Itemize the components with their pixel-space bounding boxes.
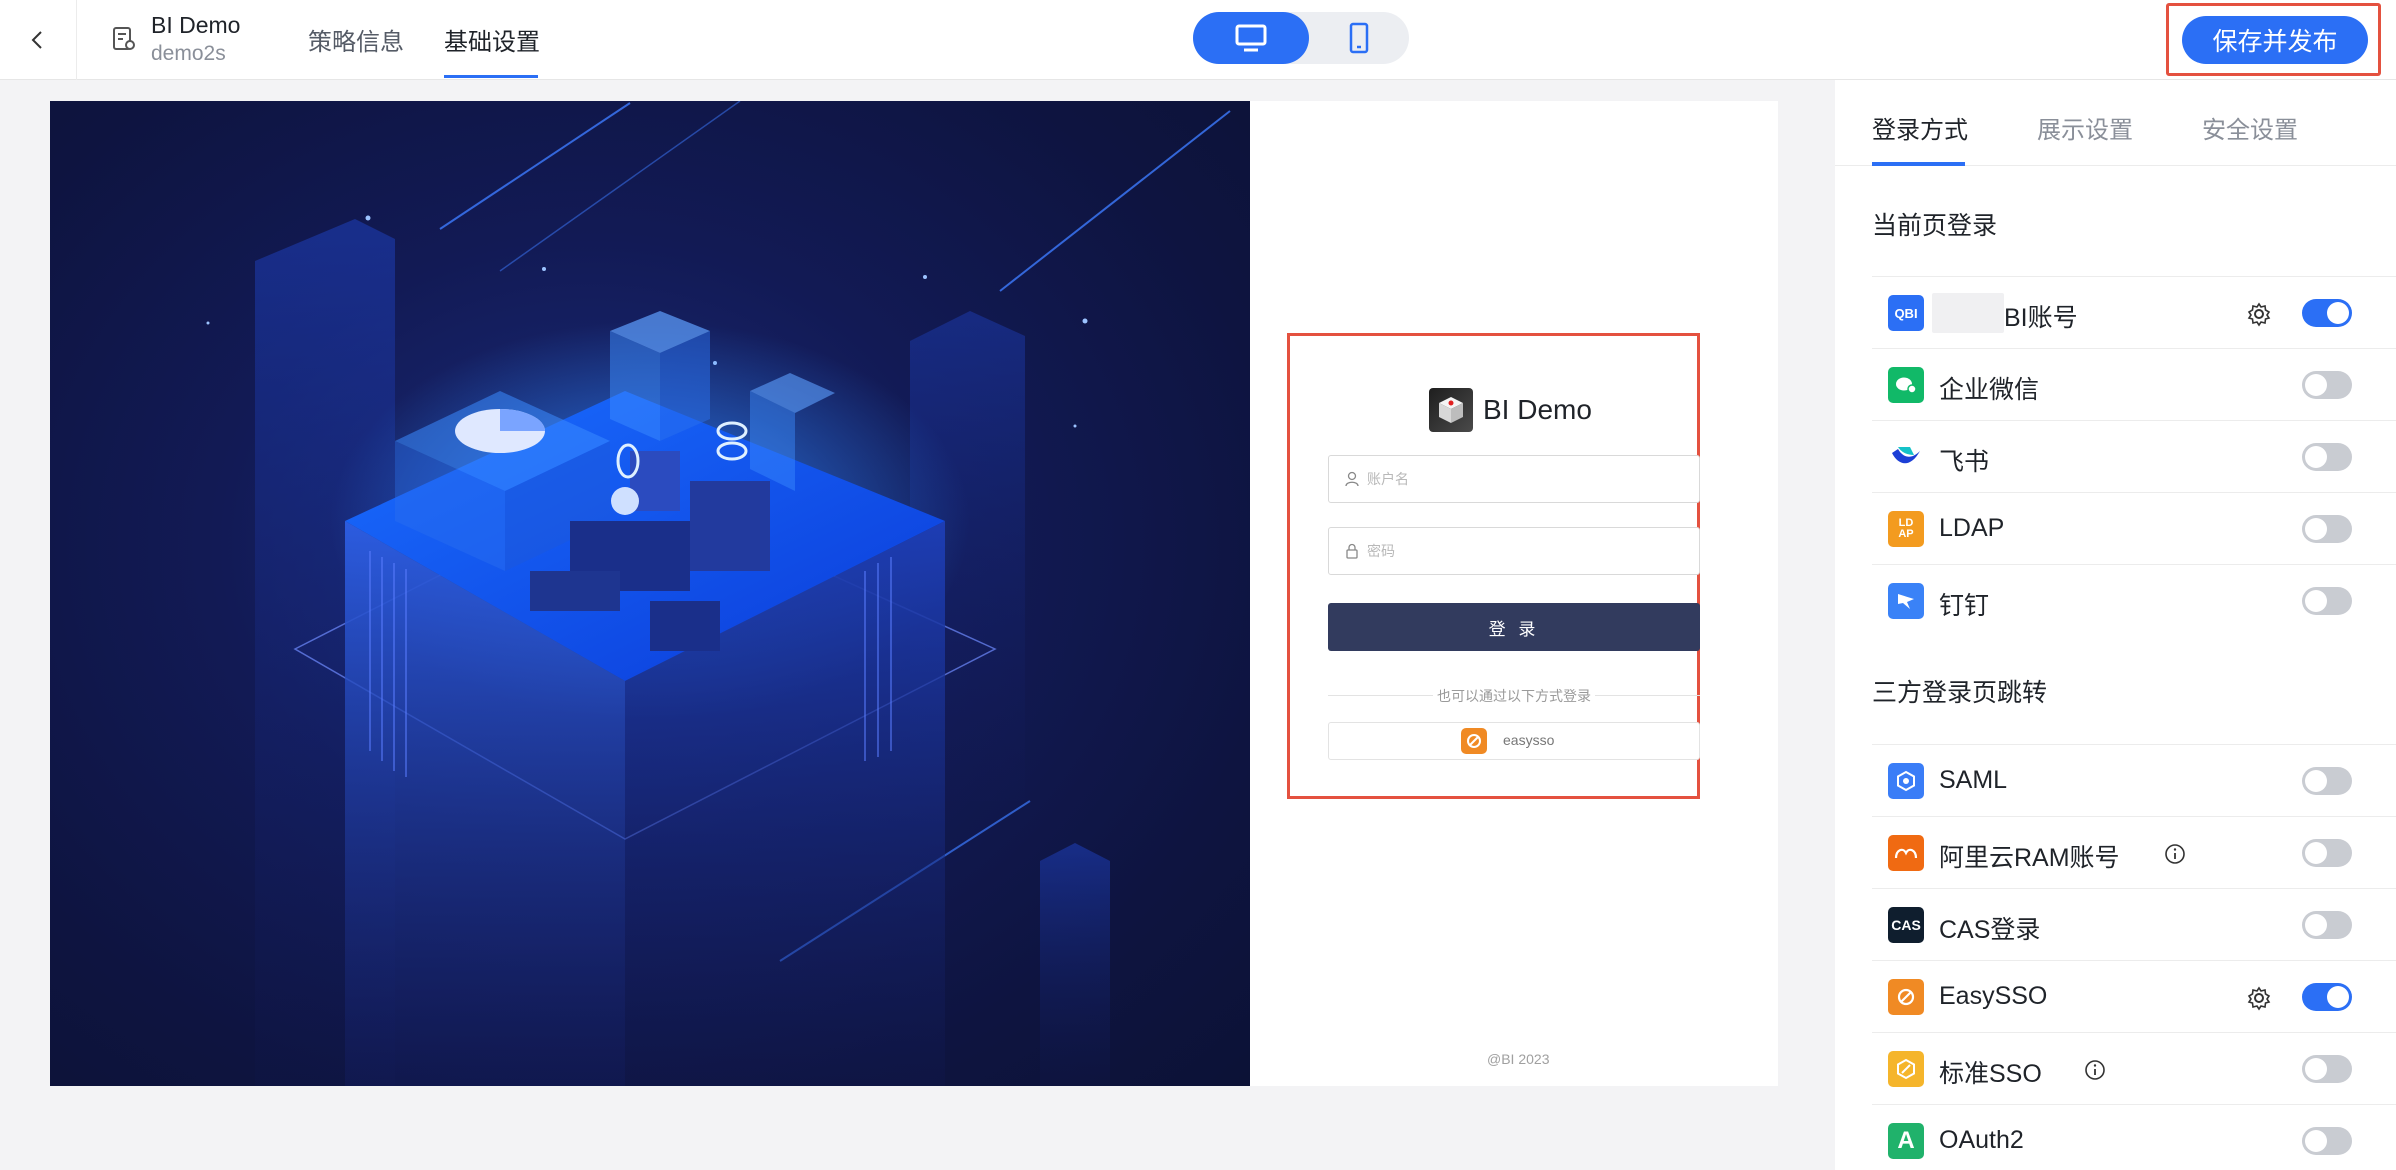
login-method-label: 钉钉	[1939, 592, 1990, 620]
brand-logo	[1429, 388, 1473, 432]
oauth2-icon: A	[1888, 1123, 1924, 1159]
aliyun-ram-icon	[1888, 835, 1924, 871]
active-tab-indicator	[444, 75, 538, 78]
login-method-row: LD AP LDAP	[1872, 492, 2396, 564]
info-icon[interactable]	[2164, 843, 2186, 865]
easysso-label: easysso	[1503, 732, 1555, 748]
panel-tabs: 登录方式 展示设置 安全设置	[1835, 80, 2396, 166]
hero-illustration	[50, 101, 1250, 1086]
login-method-row: SAML	[1872, 744, 2396, 816]
login-method-row: 企业微信	[1872, 348, 2396, 420]
feishu-toggle[interactable]	[2302, 443, 2352, 471]
easysso-icon	[1888, 979, 1924, 1015]
login-brand: BI Demo	[1429, 388, 1629, 432]
top-bar: BI Demo demo2s 策略信息 基础设置 保存并发布	[0, 0, 2396, 80]
alt-login-text: 也可以通过以下方式登录	[1437, 688, 1591, 704]
password-field[interactable]	[1328, 527, 1700, 575]
settings-panel: 登录方式 展示设置 安全设置 当前页登录 QBI BI账号 企业微信 飞书 LD…	[1835, 80, 2396, 1170]
tab-security-settings[interactable]: 安全设置	[2202, 110, 2298, 145]
bi-account-toggle[interactable]	[2302, 299, 2352, 327]
username-input[interactable]	[1367, 456, 1687, 502]
login-card-highlight: BI Demo 登 录 也可以通过以下方式登录	[1287, 333, 1700, 799]
oauth2-toggle[interactable]	[2302, 1127, 2352, 1155]
tab-basic-settings[interactable]: 基础设置	[444, 22, 540, 57]
login-method-row: EasySSO	[1872, 960, 2396, 1032]
user-icon	[1345, 471, 1359, 487]
save-and-publish-button[interactable]: 保存并发布	[2182, 16, 2368, 64]
desktop-icon	[1235, 24, 1267, 52]
brand-name: BI Demo	[1483, 394, 1592, 425]
wecom-icon	[1888, 367, 1924, 403]
login-method-label: 阿里云RAM账号	[1939, 844, 2120, 872]
login-page-preview: BI Demo 登 录 也可以通过以下方式登录	[50, 101, 1778, 1086]
easysso-icon	[1461, 728, 1487, 754]
standard-sso-toggle[interactable]	[2302, 1055, 2352, 1083]
login-method-label: OAuth2	[1939, 1126, 2024, 1154]
publish-highlight: 保存并发布	[2166, 3, 2381, 76]
document-settings-icon	[113, 27, 135, 50]
section-third-party-login: 三方登录页跳转	[1872, 679, 2048, 707]
gear-icon[interactable]	[2246, 985, 2272, 1011]
ldap-icon: LD AP	[1888, 511, 1924, 547]
device-switch	[1193, 12, 1409, 64]
cas-toggle[interactable]	[2302, 911, 2352, 939]
login-button[interactable]: 登 录	[1328, 603, 1700, 651]
divider-line	[1595, 695, 1700, 696]
ldap-toggle[interactable]	[2302, 515, 2352, 543]
active-panel-tab-indicator	[1872, 162, 1965, 166]
easysso-login-button[interactable]: easysso	[1328, 722, 1700, 760]
bi-account-icon: QBI	[1888, 295, 1924, 331]
aliyun-ram-toggle[interactable]	[2302, 839, 2352, 867]
login-method-label: BI账号	[2004, 304, 2078, 332]
redacted-area	[1932, 293, 2004, 333]
login-method-label: EasySSO	[1939, 982, 2048, 1010]
dingtalk-icon	[1888, 583, 1924, 619]
login-method-row: 阿里云RAM账号	[1872, 816, 2396, 888]
mobile-icon	[1349, 22, 1369, 54]
saml-toggle[interactable]	[2302, 767, 2352, 795]
tab-display-settings[interactable]: 展示设置	[2037, 110, 2133, 145]
login-method-label: 飞书	[1939, 448, 1990, 476]
gear-icon[interactable]	[2246, 301, 2272, 327]
login-method-label: 企业微信	[1939, 376, 2040, 404]
login-method-row: QBI BI账号	[1872, 276, 2396, 348]
copyright-text: @BI 2023	[1487, 1051, 1550, 1067]
isometric-city-illustration	[206, 101, 1231, 1086]
feishu-icon	[1888, 439, 1924, 475]
login-method-row: 标准SSO	[1872, 1032, 2396, 1104]
login-method-label: LDAP	[1939, 514, 2005, 542]
standard-sso-icon	[1888, 1051, 1924, 1087]
mobile-preview-button[interactable]	[1309, 12, 1409, 64]
page-title: BI Demo	[151, 12, 241, 38]
tab-strategy-info[interactable]: 策略信息	[308, 22, 404, 57]
chevron-left-icon	[31, 31, 42, 49]
dingtalk-toggle[interactable]	[2302, 587, 2352, 615]
login-method-label: 标准SSO	[1939, 1060, 2042, 1088]
saml-icon	[1888, 763, 1924, 799]
cas-icon: CAS	[1888, 907, 1924, 943]
easysso-toggle[interactable]	[2302, 983, 2352, 1011]
section-current-page-login: 当前页登录	[1872, 212, 1998, 240]
login-method-row: CAS CAS登录	[1872, 888, 2396, 960]
lock-icon	[1346, 543, 1358, 559]
login-method-label: SAML	[1939, 766, 2008, 794]
desktop-preview-button[interactable]	[1193, 12, 1309, 64]
page-subtitle: demo2s	[151, 42, 226, 65]
login-method-row: 钉钉	[1872, 564, 2396, 636]
back-button[interactable]	[0, 0, 77, 80]
dice-logo-icon	[1439, 397, 1463, 423]
login-method-label: CAS登录	[1939, 916, 2041, 944]
username-field[interactable]	[1328, 455, 1700, 503]
login-method-row: 飞书	[1872, 420, 2396, 492]
wecom-toggle[interactable]	[2302, 371, 2352, 399]
password-input[interactable]	[1367, 528, 1687, 574]
alt-login-divider: 也可以通过以下方式登录	[1328, 686, 1700, 706]
info-icon[interactable]	[2084, 1059, 2106, 1081]
login-method-row: A OAuth2	[1872, 1104, 2396, 1170]
tab-login-methods[interactable]: 登录方式	[1872, 110, 1968, 145]
